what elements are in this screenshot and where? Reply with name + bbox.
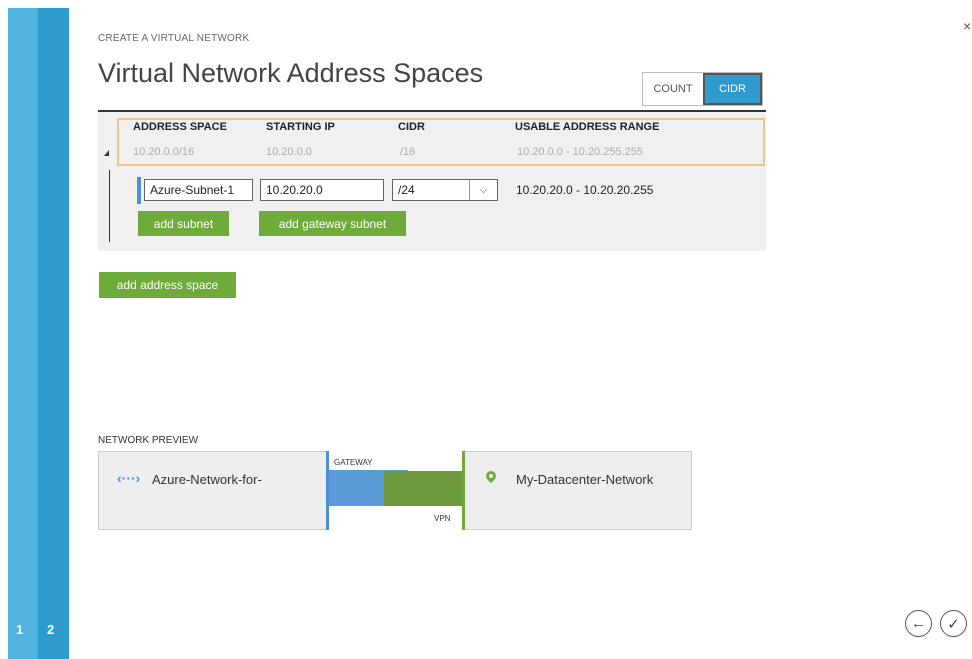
collapse-arrow-icon[interactable]: [104, 150, 109, 156]
gateway-green-block-top: [384, 471, 463, 488]
address-space-value[interactable]: 10.20.0.0/16: [133, 146, 194, 158]
network-preview-label: NETWORK PREVIEW: [98, 435, 199, 446]
local-network-tile: [462, 451, 692, 530]
chevron-down-icon[interactable]: ⌵: [469, 180, 497, 200]
gateway-blue-block-top: [329, 470, 384, 488]
subnet-cidr-select[interactable]: /24 ⌵: [392, 179, 498, 201]
column-header-cidr: CIDR: [398, 121, 425, 133]
column-header-address-space: ADDRESS SPACE: [133, 121, 227, 133]
gateway-green-block-bottom: [384, 488, 463, 506]
address-space-cidr[interactable]: /16: [400, 146, 415, 158]
subnet-cidr-value: /24: [398, 183, 415, 197]
page-title: Virtual Network Address Spaces: [98, 58, 484, 88]
local-network-name: My-Datacenter-Network: [516, 472, 654, 487]
back-arrow-icon[interactable]: ←: [905, 610, 932, 637]
virtual-network-icon: ‹···›: [117, 470, 141, 486]
address-space-starting-ip[interactable]: 10.20.0.0: [266, 146, 312, 158]
location-pin-dot: [489, 474, 493, 478]
subnet-marker: [137, 177, 141, 204]
address-space-usable-range: 10.20.0.0 - 10.20.255.255: [517, 146, 643, 158]
checkmark-icon[interactable]: ✓: [940, 610, 967, 637]
column-header-starting-ip: STARTING IP: [266, 121, 335, 133]
add-gateway-subnet-button[interactable]: add gateway subnet: [259, 211, 406, 236]
view-toggle: COUNT CIDR: [642, 72, 763, 106]
add-subnet-button[interactable]: add subnet: [138, 211, 229, 236]
step-2-number[interactable]: 2: [47, 622, 54, 637]
wizard-rail-step-1: [8, 8, 38, 659]
wizard-subtitle: CREATE A VIRTUAL NETWORK: [98, 33, 250, 44]
add-address-space-button[interactable]: add address space: [99, 272, 236, 298]
subnet-usable-range: 10.20.20.0 - 10.20.20.255: [516, 183, 654, 197]
toggle-count-button[interactable]: COUNT: [643, 73, 703, 105]
virtual-network-name: Azure-Network-for-: [152, 472, 262, 487]
local-network-edge: [462, 451, 465, 530]
subnet-tree-line: [109, 170, 110, 242]
vpn-label: VPN: [434, 514, 451, 523]
close-icon[interactable]: ×: [963, 18, 971, 34]
toggle-cidr-button[interactable]: CIDR: [703, 73, 762, 105]
virtual-network-tile: [98, 451, 327, 530]
step-1-number[interactable]: 1: [16, 622, 23, 637]
subnet-name-input[interactable]: Azure-Subnet-1: [144, 179, 253, 201]
subnet-starting-ip-input[interactable]: 10.20.20.0: [260, 179, 384, 201]
column-header-usable-range: USABLE ADDRESS RANGE: [515, 121, 660, 133]
virtual-network-edge: [326, 451, 329, 530]
wizard-rail-step-2: [38, 8, 69, 659]
gateway-label: GATEWAY: [334, 458, 373, 467]
